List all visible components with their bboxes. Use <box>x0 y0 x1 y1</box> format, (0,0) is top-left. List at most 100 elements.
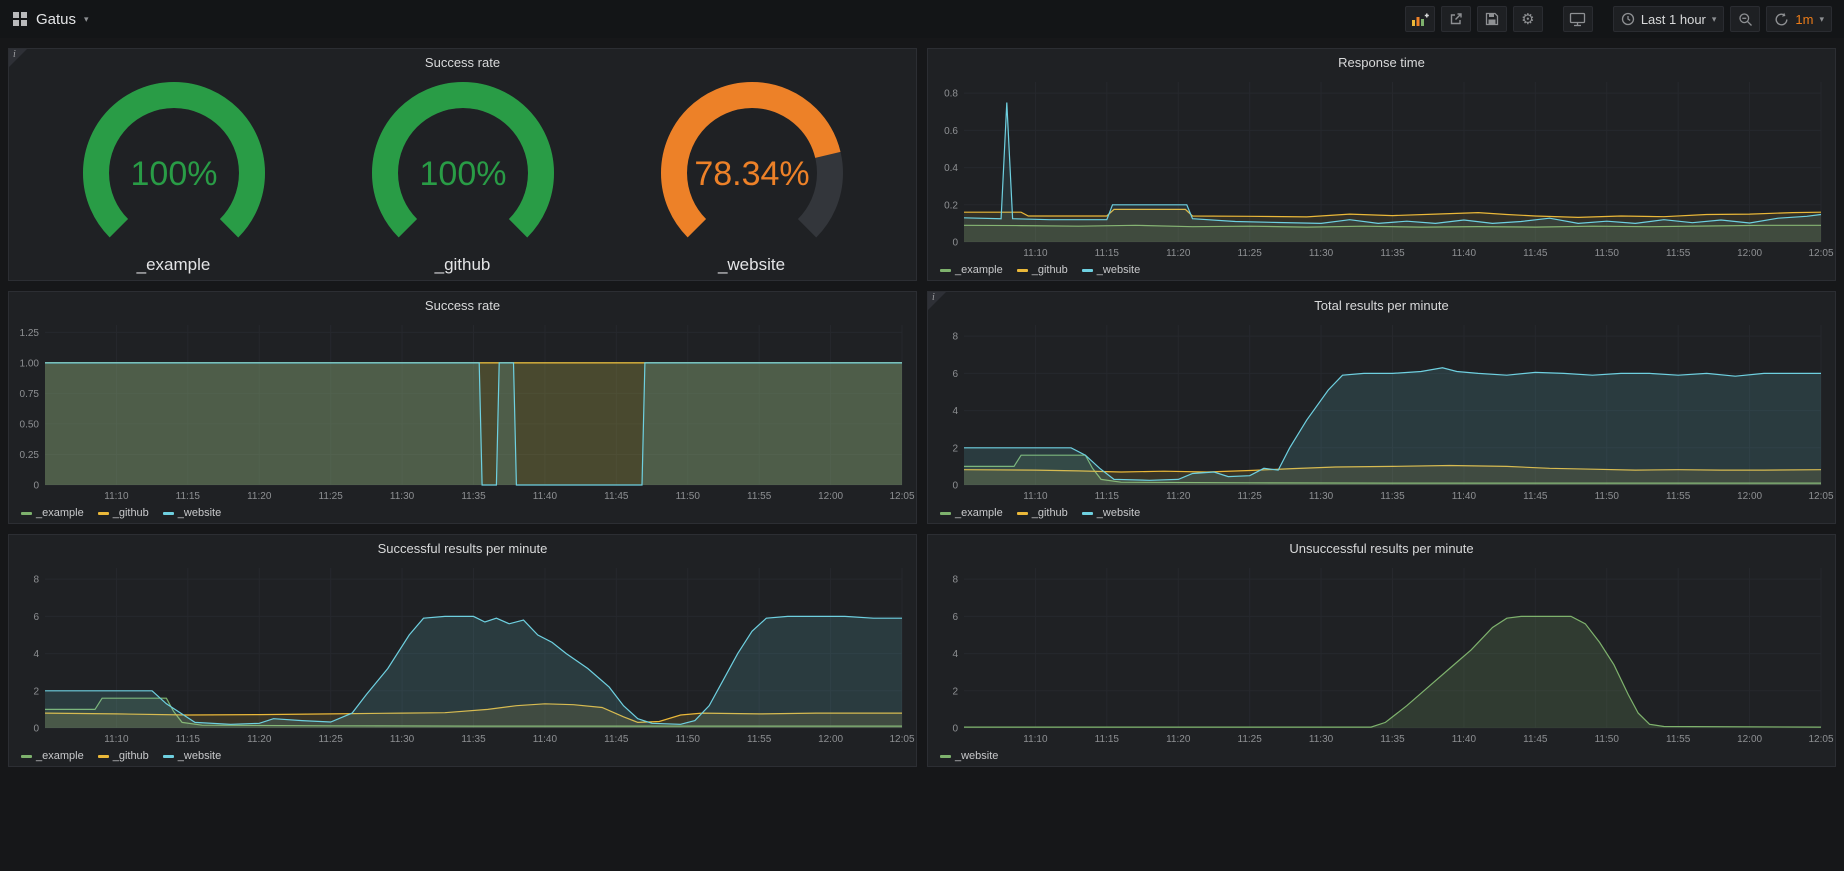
legend-label: _github <box>113 750 149 762</box>
svg-text:11:50: 11:50 <box>1595 248 1620 259</box>
cycle-view-button[interactable] <box>1563 6 1593 32</box>
chart-legend: _example _github _website <box>9 503 916 523</box>
panel-title[interactable]: Response time <box>928 49 1835 72</box>
svg-text:8: 8 <box>952 575 958 586</box>
svg-text:11:55: 11:55 <box>747 491 772 502</box>
legend-item-_website[interactable]: _website <box>940 750 998 762</box>
dashboards-grid-icon[interactable] <box>12 11 28 27</box>
svg-text:11:10: 11:10 <box>1023 248 1048 259</box>
svg-text:11:20: 11:20 <box>1166 491 1191 502</box>
legend-marker <box>1017 512 1028 515</box>
svg-text:11:35: 11:35 <box>1380 248 1405 259</box>
svg-text:78.34%: 78.34% <box>694 155 809 193</box>
svg-text:11:15: 11:15 <box>1095 248 1120 259</box>
legend-label: _example <box>955 264 1003 276</box>
svg-text:12:05: 12:05 <box>1808 491 1833 502</box>
unsuccessful-results-chart[interactable]: 11:1011:1511:2011:2511:3011:3511:4011:45… <box>928 558 1835 746</box>
panel-title[interactable]: Success rate <box>9 49 916 72</box>
legend-item-_example[interactable]: _example <box>21 507 84 519</box>
svg-text:11:30: 11:30 <box>1309 491 1334 502</box>
navbar-left: Gatus ▾ <box>12 11 89 28</box>
legend-label: _website <box>1097 264 1140 276</box>
gauge-label: _example <box>137 255 211 275</box>
svg-text:12:00: 12:00 <box>818 491 843 502</box>
legend-item-_example[interactable]: _example <box>21 750 84 762</box>
legend-item-_github[interactable]: _github <box>1017 264 1068 276</box>
svg-text:11:45: 11:45 <box>1523 491 1548 502</box>
zoom-out-icon <box>1738 12 1753 27</box>
panel-title[interactable]: Success rate <box>9 292 916 315</box>
share-button[interactable] <box>1441 6 1471 32</box>
panel-title[interactable]: Unsuccessful results per minute <box>928 535 1835 558</box>
svg-text:11:25: 11:25 <box>1238 248 1263 259</box>
svg-text:11:50: 11:50 <box>1595 734 1620 745</box>
legend-marker <box>940 755 951 758</box>
add-panel-button[interactable] <box>1405 6 1435 32</box>
navbar: Gatus ▾ <box>0 0 1844 38</box>
time-range-button[interactable]: Last 1 hour ▾ <box>1613 6 1725 32</box>
legend-marker <box>940 512 951 515</box>
svg-text:0.8: 0.8 <box>944 89 958 100</box>
legend-item-_github[interactable]: _github <box>98 750 149 762</box>
svg-text:11:30: 11:30 <box>390 734 415 745</box>
svg-text:1.25: 1.25 <box>20 328 40 339</box>
legend-item-_example[interactable]: _example <box>940 264 1003 276</box>
legend-label: _website <box>178 750 221 762</box>
svg-text:11:20: 11:20 <box>1166 248 1191 259</box>
svg-text:11:15: 11:15 <box>1095 491 1120 502</box>
legend-item-_website[interactable]: _website <box>163 507 221 519</box>
legend-item-_website[interactable]: _website <box>1082 264 1140 276</box>
legend-item-_github[interactable]: _github <box>98 507 149 519</box>
svg-text:11:55: 11:55 <box>1666 248 1691 259</box>
panel-title[interactable]: Successful results per minute <box>9 535 916 558</box>
svg-text:2: 2 <box>952 443 958 454</box>
zoom-out-button[interactable] <box>1730 6 1760 32</box>
svg-text:0.75: 0.75 <box>20 389 40 400</box>
legend-marker <box>98 512 109 515</box>
settings-button[interactable]: ⚙ <box>1513 6 1543 32</box>
svg-text:0.4: 0.4 <box>944 163 958 174</box>
svg-text:6: 6 <box>952 369 958 380</box>
info-icon[interactable]: i <box>9 49 27 67</box>
svg-text:11:30: 11:30 <box>390 491 415 502</box>
svg-text:11:35: 11:35 <box>461 491 486 502</box>
svg-text:11:25: 11:25 <box>319 734 344 745</box>
svg-text:12:05: 12:05 <box>1808 734 1833 745</box>
dashboard-title[interactable]: Gatus <box>36 11 76 28</box>
svg-text:8: 8 <box>952 332 958 343</box>
svg-text:12:00: 12:00 <box>1737 248 1762 259</box>
legend-item-_website[interactable]: _website <box>163 750 221 762</box>
total-results-chart[interactable]: 11:1011:1511:2011:2511:3011:3511:4011:45… <box>928 315 1835 503</box>
svg-text:0.50: 0.50 <box>20 419 40 430</box>
svg-text:11:50: 11:50 <box>676 734 701 745</box>
svg-text:11:25: 11:25 <box>319 491 344 502</box>
add-panel-icon <box>1411 12 1429 27</box>
svg-text:11:20: 11:20 <box>247 491 272 502</box>
response-time-chart[interactable]: 11:1011:1511:2011:2511:3011:3511:4011:45… <box>928 72 1835 260</box>
save-button[interactable] <box>1477 6 1507 32</box>
svg-text:12:00: 12:00 <box>1737 491 1762 502</box>
svg-text:12:00: 12:00 <box>818 734 843 745</box>
svg-text:1.00: 1.00 <box>20 358 40 369</box>
refresh-button[interactable]: 1m ▾ <box>1766 6 1832 32</box>
legend-item-_website[interactable]: _website <box>1082 507 1140 519</box>
svg-text:11:45: 11:45 <box>604 734 629 745</box>
info-icon[interactable]: i <box>928 292 946 310</box>
svg-text:11:40: 11:40 <box>1452 491 1477 502</box>
svg-text:11:10: 11:10 <box>104 491 129 502</box>
svg-text:11:50: 11:50 <box>1595 491 1620 502</box>
legend-item-_github[interactable]: _github <box>1017 507 1068 519</box>
success-rate-chart[interactable]: 11:1011:1511:2011:2511:3011:3511:4011:45… <box>9 315 916 503</box>
panel-title[interactable]: Total results per minute <box>928 292 1835 315</box>
legend-item-_example[interactable]: _example <box>940 507 1003 519</box>
legend-label: _github <box>113 507 149 519</box>
legend-label: _example <box>36 750 84 762</box>
time-range-label: Last 1 hour <box>1641 12 1706 27</box>
svg-text:11:15: 11:15 <box>176 734 201 745</box>
successful-results-chart[interactable]: 11:1011:1511:2011:2511:3011:3511:4011:45… <box>9 558 916 746</box>
svg-text:11:55: 11:55 <box>747 734 772 745</box>
refresh-icon <box>1774 12 1789 27</box>
monitor-icon <box>1569 11 1586 27</box>
svg-text:11:50: 11:50 <box>676 491 701 502</box>
svg-text:11:25: 11:25 <box>1238 734 1263 745</box>
